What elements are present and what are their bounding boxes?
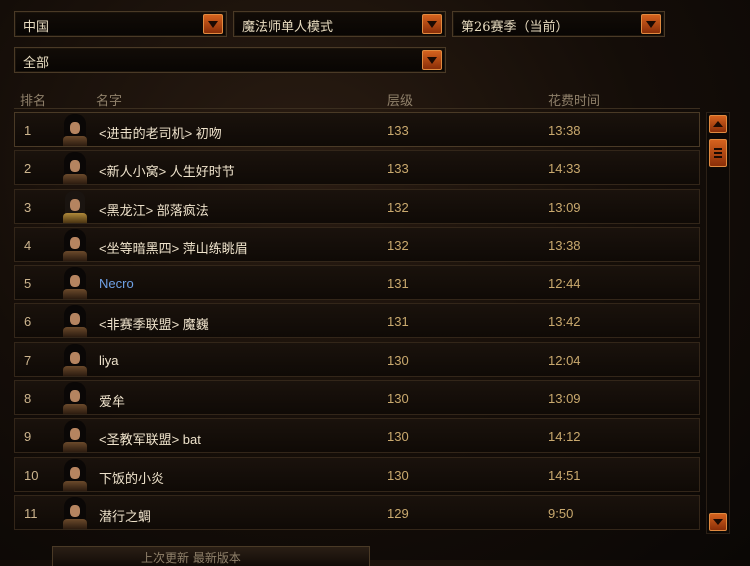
category-dropdown[interactable]: 全部 [14, 47, 446, 73]
level-cell: 130 [387, 352, 409, 368]
column-header-time: 花费时间 [548, 94, 601, 109]
scroll-thumb[interactable] [709, 139, 727, 167]
level-cell: 133 [387, 161, 409, 177]
footer-tab: 上次更新 最新版本 [52, 546, 370, 566]
player-name[interactable]: <新人小窝> 人生好时节 [99, 161, 235, 180]
wizard-portrait-icon [60, 228, 90, 261]
rank-cell: 3 [24, 199, 32, 215]
wizard-portrait-icon [60, 496, 90, 529]
player-name[interactable]: <非赛季联盟> 魔巍 [99, 314, 209, 333]
table-row[interactable]: 5 Necro 131 12:44 [14, 265, 700, 301]
time-cell: 13:38 [548, 123, 581, 138]
column-header-level: 层级 [387, 94, 414, 109]
mode-dropdown-value: 魔法师单人模式 [242, 20, 334, 35]
wizard-portrait-icon [60, 152, 90, 185]
rank-cell: 11 [24, 505, 38, 521]
season-dropdown[interactable]: 第26赛季（当前） [452, 11, 665, 37]
time-cell: 13:09 [548, 391, 581, 407]
scrollbar[interactable] [706, 112, 730, 534]
rank-cell: 8 [24, 391, 32, 407]
rank-cell: 10 [24, 467, 39, 483]
wizard-portrait-icon [60, 190, 90, 223]
level-cell: 131 [387, 276, 409, 292]
header-divider [14, 108, 700, 109]
level-cell: 131 [387, 314, 409, 330]
level-cell: 132 [387, 199, 409, 215]
level-cell: 130 [387, 467, 409, 483]
player-name-link[interactable]: Necro [99, 276, 134, 291]
rank-cell: 5 [24, 276, 32, 292]
column-header-name: 名字 [96, 94, 123, 109]
scroll-down-arrow-icon[interactable] [709, 513, 727, 531]
time-cell: 13:38 [548, 237, 581, 253]
chevron-down-icon[interactable] [641, 14, 661, 34]
player-name[interactable]: 潜行之蜩 [99, 506, 151, 525]
player-name[interactable]: <圣教军联盟> bat [99, 429, 201, 448]
table-row[interactable]: 4 <坐等暗黑四> 萍山练眺眉 132 13:38 [14, 226, 700, 262]
player-name[interactable]: <坐等暗黑四> 萍山练眺眉 [99, 238, 248, 257]
rank-cell: 2 [24, 161, 32, 177]
table-row[interactable]: 10 下饭的小炎 130 14:51 [14, 456, 700, 492]
rank-cell: 6 [24, 314, 32, 330]
time-cell: 9:50 [548, 505, 574, 521]
table-row[interactable]: 6 <非赛季联盟> 魔巍 131 13:42 [14, 303, 700, 339]
table-row[interactable]: 11 潜行之蜩 129 9:50 [14, 494, 700, 530]
wizard-portrait-icon [60, 458, 90, 491]
rank-cell: 1 [24, 123, 32, 138]
player-name[interactable]: 下饭的小炎 [99, 468, 164, 487]
time-cell: 14:33 [548, 161, 581, 177]
rank-cell: 9 [24, 429, 32, 445]
table-row[interactable]: 7 liya 130 12:04 [14, 341, 700, 377]
time-cell: 13:09 [548, 199, 581, 215]
footer-label: 上次更新 最新版本 [141, 551, 241, 565]
rank-cell: 4 [24, 237, 32, 253]
table-row[interactable]: 9 <圣教军联盟> bat 130 14:12 [14, 418, 700, 454]
rank-cell: 7 [24, 352, 32, 368]
leaderboard-list: 1 <进击的老司机> 初吻 133 13:38 2 <新人小窝> 人生好时节 1… [14, 112, 700, 533]
chevron-down-icon[interactable] [203, 14, 223, 34]
category-dropdown-value: 全部 [23, 56, 50, 71]
table-row[interactable]: 3 <黑龙江> 部落疯法 132 13:09 [14, 188, 700, 224]
level-cell: 130 [387, 391, 409, 407]
wizard-portrait-icon [60, 420, 90, 453]
player-name[interactable]: 爱牟 [99, 391, 125, 410]
table-row[interactable]: 8 爱牟 130 13:09 [14, 380, 700, 416]
time-cell: 14:51 [548, 467, 581, 483]
mode-dropdown[interactable]: 魔法师单人模式 [233, 11, 446, 37]
player-name[interactable]: liya [99, 353, 119, 368]
wizard-portrait-icon [60, 305, 90, 338]
level-cell: 130 [387, 429, 409, 445]
wizard-portrait-icon [60, 114, 90, 146]
level-cell: 129 [387, 505, 409, 521]
chevron-down-icon[interactable] [422, 14, 442, 34]
scroll-up-arrow-icon[interactable] [709, 115, 727, 133]
table-row[interactable]: 2 <新人小窝> 人生好时节 133 14:33 [14, 150, 700, 186]
level-cell: 132 [387, 237, 409, 253]
region-dropdown-value: 中国 [23, 20, 50, 35]
player-name[interactable]: <黑龙江> 部落疯法 [99, 200, 209, 219]
time-cell: 14:12 [548, 429, 581, 445]
player-name[interactable]: <进击的老司机> 初吻 [99, 123, 222, 142]
chevron-down-icon[interactable] [422, 50, 442, 70]
wizard-portrait-icon [60, 343, 90, 376]
season-dropdown-value: 第26赛季（当前） [461, 20, 569, 35]
table-row[interactable]: 1 <进击的老司机> 初吻 133 13:38 [14, 112, 700, 147]
wizard-portrait-icon [60, 382, 90, 415]
time-cell: 12:44 [548, 276, 581, 292]
column-header-rank: 排名 [20, 94, 47, 109]
time-cell: 12:04 [548, 352, 581, 368]
level-cell: 133 [387, 123, 409, 138]
region-dropdown[interactable]: 中国 [14, 11, 227, 37]
time-cell: 13:42 [548, 314, 581, 330]
wizard-portrait-icon [60, 267, 90, 300]
